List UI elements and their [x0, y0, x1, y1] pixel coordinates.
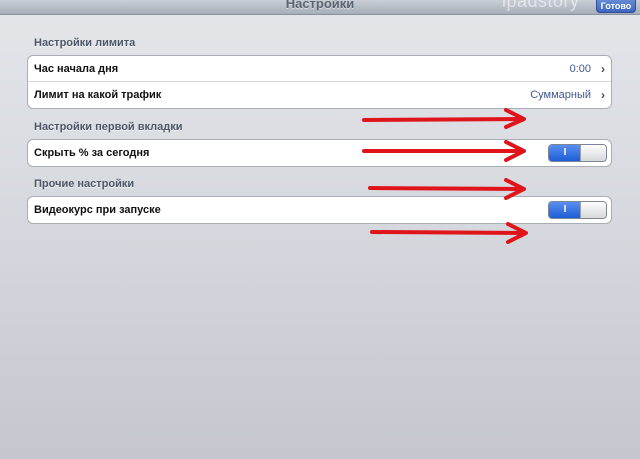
row-day-start-hour[interactable]: Час начала дня 0:00 ›: [28, 56, 611, 82]
row-label: Видеокурс при запуске: [34, 204, 161, 216]
other-settings-group: Видеокурс при запуске I: [27, 196, 612, 224]
row-traffic-limit[interactable]: Лимит на какой трафик Суммарный ›: [28, 82, 611, 108]
switch-on-track: I: [549, 145, 581, 161]
row-value: 0:00: [569, 63, 591, 75]
navigation-bar: Настройки ipadstory Готово: [0, 0, 640, 15]
annotation-arrow-icon: [362, 108, 526, 129]
site-watermark: ipadstory: [502, 0, 580, 11]
switch-on-track: I: [549, 202, 581, 218]
section-header-first-tab: Настройки первой вкладки: [34, 121, 183, 133]
done-button[interactable]: Готово: [596, 0, 636, 13]
chevron-right-icon: ›: [601, 88, 605, 102]
video-course-switch[interactable]: I: [548, 201, 607, 219]
hide-today-percent-switch[interactable]: I: [548, 144, 607, 162]
chevron-right-icon: ›: [601, 62, 605, 76]
row-label: Скрыть % за сегодня: [34, 147, 150, 159]
switch-knob: [580, 145, 606, 161]
switch-knob: [580, 202, 606, 218]
row-value: Суммарный: [530, 89, 591, 101]
section-header-other: Прочие настройки: [34, 178, 135, 190]
limit-settings-group: Час начала дня 0:00 › Лимит на какой тра…: [27, 55, 612, 109]
annotation-arrow-icon: [370, 222, 528, 244]
annotation-arrow-icon: [362, 140, 526, 162]
section-header-limit: Настройки лимита: [34, 37, 136, 49]
row-video-course-on-start: Видеокурс при запуске I: [28, 197, 611, 223]
row-label: Лимит на какой трафик: [34, 89, 162, 101]
row-label: Час начала дня: [34, 63, 119, 75]
annotation-arrow-icon: [368, 178, 526, 200]
